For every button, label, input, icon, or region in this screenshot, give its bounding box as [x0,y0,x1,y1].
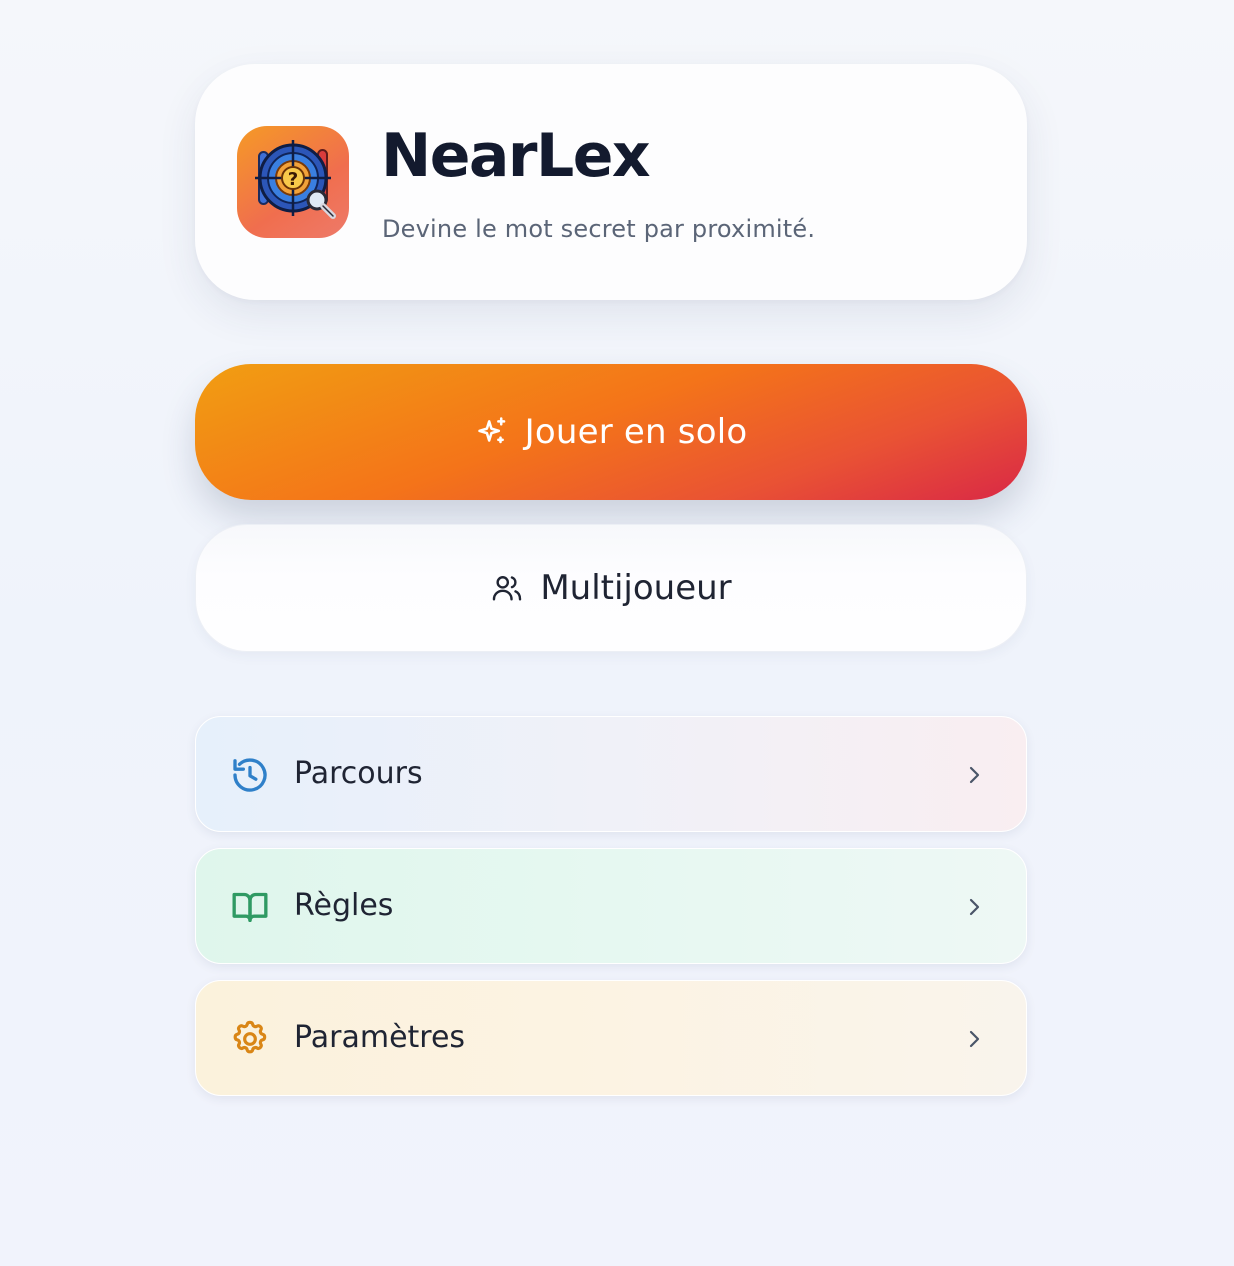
multiplayer-button[interactable]: Multijoueur [195,524,1027,652]
multiplayer-label: Multijoueur [540,568,732,608]
svg-text:?: ? [288,169,298,190]
chevron-right-icon [962,1027,986,1051]
book-icon [230,887,270,927]
menu-item-label: Paramètres [294,1020,466,1055]
menu-item-label: Parcours [294,756,423,791]
menu-item-rules[interactable]: Règles [195,848,1027,964]
menu-item-label: Règles [294,888,394,923]
menu-item-history[interactable]: Parcours [195,716,1027,832]
history-icon [230,755,270,795]
play-solo-button[interactable]: Jouer en solo [195,364,1027,500]
menu-item-settings[interactable]: Paramètres [195,980,1027,1096]
app-subtitle: Devine le mot secret par proximité. [382,215,816,243]
sparkles-icon [475,415,509,449]
chevron-right-icon [962,895,986,919]
app-logo-icon: ? [237,126,349,238]
app-title: NearLex [381,121,651,191]
header-card: ? NearLex Devine le mot secret par proxi… [195,64,1027,300]
play-solo-label: Jouer en solo [524,412,748,452]
users-icon [490,571,524,605]
chevron-right-icon [962,763,986,787]
gear-icon [230,1019,270,1059]
